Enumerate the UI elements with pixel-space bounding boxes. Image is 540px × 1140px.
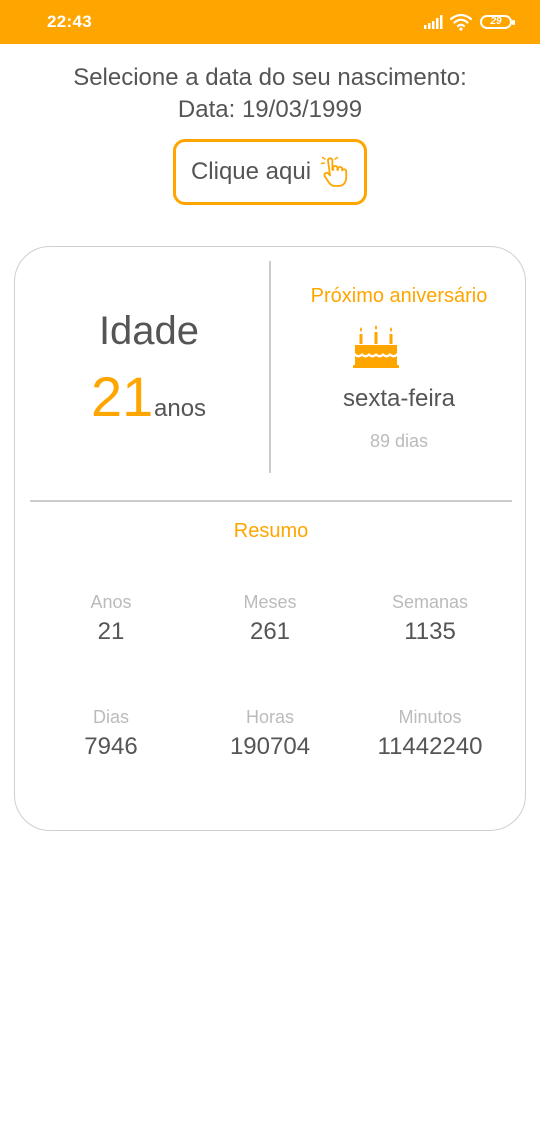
- next-birthday-title: Próximo aniversário: [310, 285, 488, 307]
- age-value: 21: [91, 365, 154, 428]
- stat-value: 21: [97, 618, 125, 645]
- stat-minutes: Minutos 11442240: [350, 705, 510, 763]
- stat-hours: Horas 190704: [190, 705, 350, 763]
- summary-title: Resumo: [233, 520, 309, 542]
- stat-value: 1135: [404, 618, 456, 645]
- status-time: 22:43: [47, 12, 92, 31]
- age-title: Idade: [98, 309, 200, 353]
- stat-label: Horas: [245, 707, 294, 727]
- stat-label: Semanas: [391, 592, 469, 612]
- battery-tip: [512, 20, 515, 25]
- stat-value: 7946: [84, 733, 138, 760]
- birthday-cake-icon: [353, 325, 399, 368]
- next-birthday-weekday: sexta-feira: [342, 385, 456, 412]
- age-display: 21 anos: [91, 365, 281, 429]
- horizontal-divider: [30, 500, 512, 502]
- pointing-hand-icon: [320, 156, 348, 187]
- age-unit: anos: [154, 395, 207, 422]
- age-card: Idade 21 anos Próximo aniversário sexta-…: [14, 246, 526, 831]
- stat-days: Dias 7946: [31, 705, 191, 763]
- wifi-icon: [450, 13, 472, 31]
- stat-label: Meses: [243, 592, 297, 612]
- stat-label: Anos: [90, 592, 132, 612]
- stat-label: Minutos: [398, 707, 462, 727]
- selected-date: Data: 19/03/1999: [177, 96, 363, 123]
- battery-level: 29: [490, 16, 502, 27]
- status-bar: 22:43 29: [0, 0, 540, 44]
- stat-value: 11442240: [377, 733, 483, 760]
- stat-weeks: Semanas 1135: [350, 590, 510, 648]
- next-birthday-days: 89 dias: [369, 431, 429, 451]
- signal-icon: [424, 15, 443, 29]
- pick-date-button[interactable]: Clique aqui: [173, 139, 367, 205]
- birth-date-prompt: Selecione a data do seu nascimento:: [73, 64, 467, 91]
- pick-date-button-label: Clique aqui: [190, 158, 312, 185]
- stat-value: 190704: [229, 733, 311, 760]
- status-icons: 29: [424, 12, 516, 32]
- stat-label: Dias: [92, 707, 129, 727]
- battery-icon: 29: [480, 15, 515, 29]
- stat-months: Meses 261: [190, 590, 350, 648]
- stat-value: 261: [249, 618, 291, 645]
- stat-years: Anos 21: [31, 590, 191, 648]
